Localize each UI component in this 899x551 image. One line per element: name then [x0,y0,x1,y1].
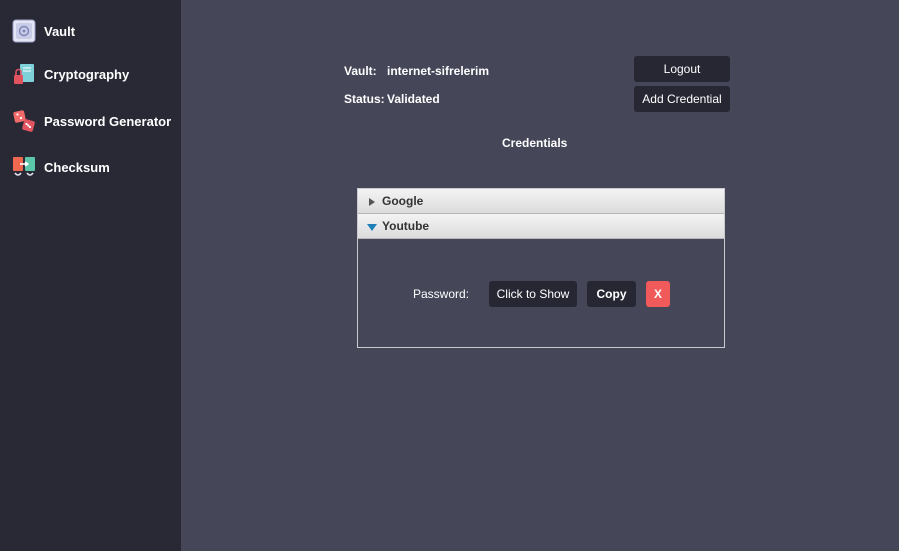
collapsed-arrow-icon [366,195,378,207]
sidebar-item-label: Password Generator [44,113,172,129]
vault-label: Vault: [344,64,377,78]
sidebar-item-vault[interactable]: Vault [12,18,75,44]
copy-button[interactable]: Copy [587,281,636,307]
password-label: Password: [413,287,470,301]
credential-header-youtube[interactable]: Youtube [358,214,724,239]
sidebar: Vault Cryptography Password Generator Ch… [0,0,181,551]
status-label: Status: [344,92,385,106]
logout-button[interactable]: Logout [634,56,730,82]
add-credential-button[interactable]: Add Credential [634,86,730,112]
checksum-icon [12,155,36,179]
cryptography-icon [12,62,36,86]
delete-credential-button[interactable]: X [646,281,670,307]
expanded-arrow-icon [366,220,378,232]
vault-name: internet-sifrelerim [387,64,490,78]
sidebar-item-checksum[interactable]: Checksum [12,154,110,180]
dice-icon [12,109,36,133]
sidebar-item-password-generator[interactable]: Password Generator [12,108,171,134]
credential-detail-youtube: Password: Click to Show Copy X [358,239,724,347]
credentials-heading: Credentials [502,136,568,150]
sidebar-item-label: Checksum [44,159,110,175]
credentials-accordion: Google Youtube Password: Click to Show C… [357,188,725,348]
vault-icon [12,19,36,43]
credential-title: Youtube [382,219,430,233]
status-value: Validated [387,92,440,106]
show-password-button[interactable]: Click to Show [489,281,577,307]
sidebar-item-cryptography[interactable]: Cryptography [12,61,129,87]
sidebar-item-label: Vault [44,23,76,39]
credential-title: Google [382,194,424,208]
credential-header-google[interactable]: Google [358,189,724,214]
sidebar-item-label: Cryptography [44,66,130,82]
